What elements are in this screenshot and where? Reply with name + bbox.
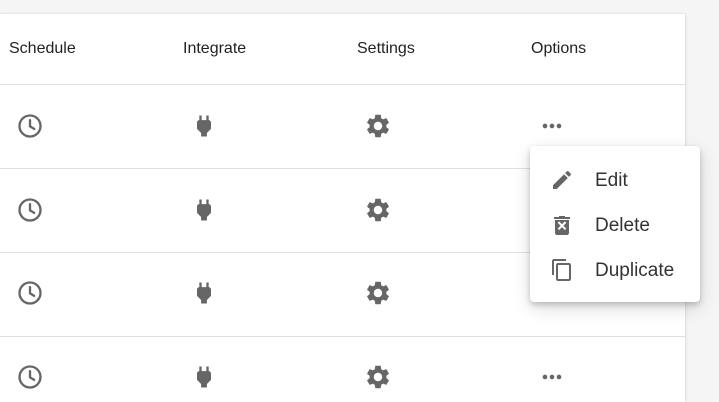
more-horiz-icon[interactable] [538,112,566,140]
clock-icon[interactable] [16,363,44,391]
header-options: Options [531,40,587,57]
table-header: Schedule Integrate Settings Options [0,14,685,85]
menu-item-delete[interactable]: Delete [530,203,700,248]
header-settings: Settings [357,40,415,57]
clock-icon[interactable] [16,279,44,307]
options-menu: Edit Delete Duplicate [530,146,700,302]
gear-icon[interactable] [364,279,392,307]
copy-icon [550,258,574,282]
plug-icon[interactable] [190,279,218,307]
trash-icon [550,213,574,237]
plug-icon[interactable] [190,112,218,140]
more-horiz-icon[interactable] [538,363,566,391]
header-integrate: Integrate [183,40,247,57]
header-schedule: Schedule [9,40,76,57]
clock-icon[interactable] [16,112,44,140]
gear-icon[interactable] [364,363,392,391]
pencil-icon [550,168,574,192]
table-row [0,336,685,402]
menu-item-label: Edit [595,170,628,191]
clock-icon[interactable] [16,196,44,224]
menu-item-label: Delete [595,215,650,236]
gear-icon[interactable] [364,196,392,224]
menu-item-duplicate[interactable]: Duplicate [530,248,700,293]
gear-icon[interactable] [364,112,392,140]
plug-icon[interactable] [190,363,218,391]
menu-item-label: Duplicate [595,260,675,281]
menu-item-edit[interactable]: Edit [530,158,700,203]
plug-icon[interactable] [190,196,218,224]
